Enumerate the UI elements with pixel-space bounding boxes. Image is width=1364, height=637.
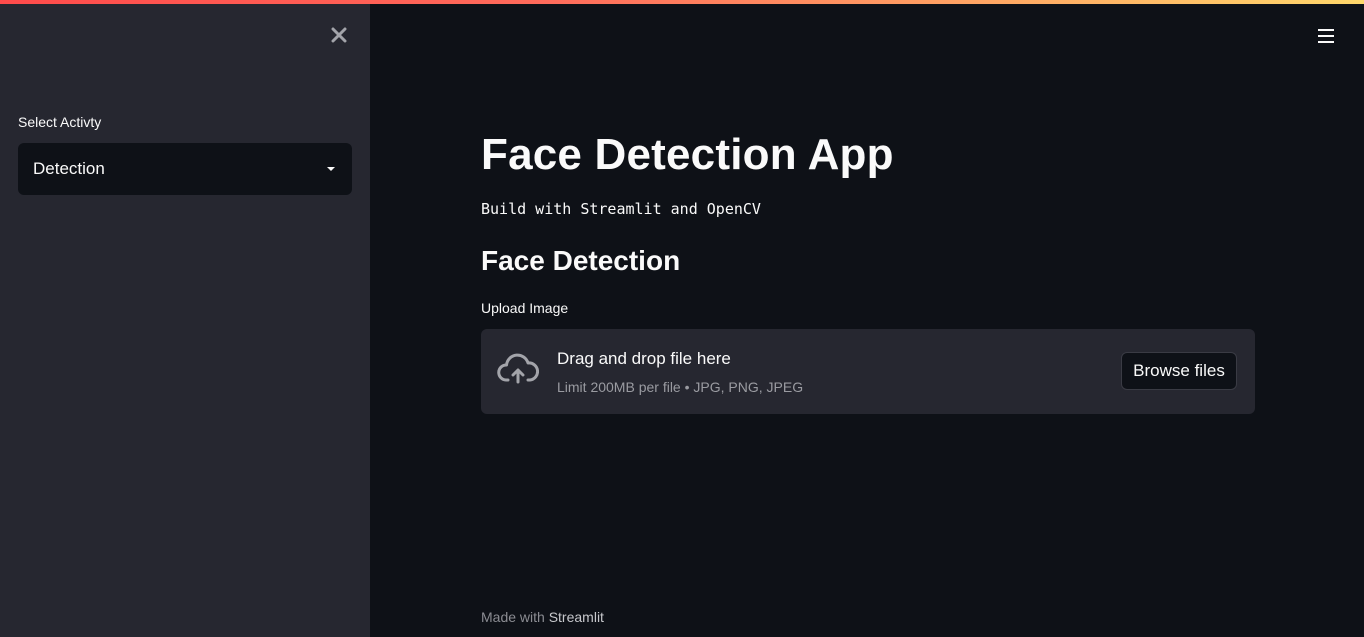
page-title: Face Detection App xyxy=(481,130,894,179)
main-content: Face Detection App Build with Streamlit … xyxy=(481,0,1255,637)
page-subtitle: Build with Streamlit and OpenCV xyxy=(481,200,761,218)
footer-streamlit-link[interactable]: Streamlit xyxy=(549,609,604,625)
sidebar: Select Activty Detection xyxy=(0,0,370,637)
dropzone-limit-text: Limit 200MB per file • JPG, PNG, JPEG xyxy=(557,379,804,395)
footer-prefix: Made with xyxy=(481,609,549,625)
sidebar-close-button[interactable] xyxy=(326,22,352,48)
top-accent-bar xyxy=(0,0,1364,4)
activity-select-value: Detection xyxy=(33,159,105,178)
browse-files-button[interactable]: Browse files xyxy=(1121,352,1237,390)
dropzone-title: Drag and drop file here xyxy=(557,349,731,368)
chevron-down-icon xyxy=(327,167,335,171)
select-activity-label: Select Activty xyxy=(18,114,102,130)
section-title: Face Detection xyxy=(481,245,681,276)
close-icon xyxy=(331,27,347,43)
hamburger-menu-icon xyxy=(1318,29,1334,31)
activity-select[interactable]: Detection xyxy=(18,143,352,195)
cloud-upload-icon xyxy=(497,353,539,384)
file-dropzone[interactable]: Drag and drop file here Limit 200MB per … xyxy=(481,329,1255,414)
upload-image-label: Upload Image xyxy=(481,300,569,316)
main-menu-button[interactable] xyxy=(1314,24,1338,48)
footer: Made with Streamlit xyxy=(481,609,604,625)
